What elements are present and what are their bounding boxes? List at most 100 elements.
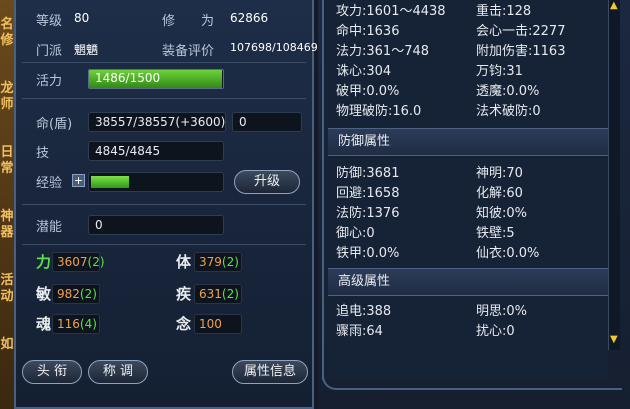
side-tab-8[interactable]: 器 [0,226,14,240]
stat-crit-strike: 会心一击:2277 [476,24,566,39]
attribute-info-button[interactable]: 属性信息 [232,360,308,384]
gear-score-value: 107698/108469 [230,41,318,54]
side-tab-1[interactable]: 名 [0,18,14,32]
strength-label: 力 [36,253,52,271]
agility-field: 982(2) [52,284,100,304]
hp-label: 命(盾) [36,117,73,132]
advanced-section-header: 高级属性 [328,268,608,296]
attribute-scrollbar[interactable]: ▲ ▼ [608,0,620,350]
stat-dodge: 回避:1658 [336,186,400,201]
divider [22,244,306,245]
stat-attack: 攻力:1601～4438 [336,4,446,19]
exp-fill [91,176,129,188]
appellation-button[interactable]: 称 调 [88,360,148,384]
potential-field: 0 [88,215,224,235]
haste-label: 疾 [176,285,192,303]
side-tab-9[interactable]: 活 [0,274,14,288]
side-tab-6[interactable]: 常 [0,162,14,176]
soul-field: 116(4) [52,314,100,334]
stat-defense: 防御:3681 [336,166,400,181]
soul-value: 116 [57,317,80,331]
stat-yuxin: 御心:0 [336,226,375,241]
mind-value: 100 [199,317,222,331]
attribute-list: 攻力:1601～4438 重击:128 命中:1636 会心一击:2277 法力… [322,0,608,380]
stat-hit: 命中:1636 [336,24,400,39]
scroll-down-arrow-icon[interactable]: ▼ [610,334,618,345]
mind-label: 念 [176,315,192,333]
stat-extra-damage: 附加伤害:1163 [476,44,566,59]
stat-iron-armor: 铁甲:0.0% [336,246,400,261]
stat-zhuidian: 追电:388 [336,304,392,319]
stat-magic: 法力:361～748 [336,44,430,59]
hp-field: 38557/38557(+3600) [88,112,226,132]
title-button[interactable]: 头 衔 [22,360,82,384]
exp-plus-button[interactable]: + [72,174,85,187]
stat-magic-break: 法术破防:0 [476,104,541,119]
stat-zhijiao: 知彼:0% [476,206,528,221]
cultivation-value: 62866 [230,11,269,25]
side-tab-11[interactable]: 如 [0,338,14,352]
potential-label: 潜能 [36,220,63,235]
haste-value: 631 [199,287,222,301]
strength-field: 3607(2) [52,252,105,272]
exp-bar [88,172,224,192]
strength-bonus: (2) [87,255,105,269]
stat-raoxin: 扰心:0 [476,324,515,339]
character-panel: 等级 80 修 为 62866 门派 魍魉 装备评价 107698/108469… [14,0,318,409]
scroll-up-arrow-icon[interactable]: ▲ [610,0,618,11]
stat-purge: 诛心:304 [336,64,392,79]
side-tab-3[interactable]: 龙 [0,82,14,96]
side-tab-10[interactable]: 动 [0,290,14,304]
soul-label: 魂 [36,315,52,333]
vitality-label: 活力 [36,74,63,89]
mind-field: 100 [194,314,242,334]
stat-armor-pen: 破甲:0.0% [336,84,400,99]
haste-bonus: (2) [221,287,239,301]
stat-phys-break: 物理破防:16.0 [336,104,422,119]
stat-critical: 重击:128 [476,4,532,19]
stat-xianyi: 仙衣:0.0% [476,246,540,261]
agility-bonus: (2) [79,287,97,301]
stat-wanjun: 万钧:31 [476,64,523,79]
attribute-info-panel: 攻力:1601～4438 重击:128 命中:1636 会心一击:2277 法力… [318,0,630,409]
side-tab-4[interactable]: 师 [0,98,14,112]
stat-mingsi: 明思:0% [476,304,528,319]
constitution-field: 379(2) [194,252,242,272]
character-panel-inner: 等级 80 修 为 62866 门派 魍魉 装备评价 107698/108469… [22,0,318,350]
agility-label: 敏 [36,285,52,303]
level-value: 80 [74,11,90,25]
exp-label: 经验 [36,176,63,191]
gear-score-label: 装备评价 [162,44,215,59]
stat-resolve: 化解:60 [476,186,523,201]
stat-magic-pen: 透魔:0.0% [476,84,540,99]
skill-field: 4845/4845 [88,141,224,161]
sect-label: 门派 [36,44,63,59]
constitution-value: 379 [199,255,222,269]
shield-field: 0 [232,112,302,132]
side-tab-2[interactable]: 修 [0,34,14,48]
skill-label: 技 [36,146,50,161]
side-tab-5[interactable]: 日 [0,146,14,160]
vitality-value: 1486/1500 [95,71,161,85]
constitution-label: 体 [176,253,192,271]
stat-iron-wall: 铁壁:5 [476,226,515,241]
cultivation-label: 修 为 [162,14,215,29]
constitution-bonus: (2) [221,255,239,269]
panel-bottom-frame [322,350,622,390]
agility-value: 982 [57,287,80,301]
stat-shenming: 神明:70 [476,166,523,181]
side-tab-7[interactable]: 神 [0,210,14,224]
vitality-bar: 1486/1500 [88,69,224,89]
divider [22,204,306,205]
stat-magic-defense: 法防:1376 [336,206,400,221]
level-up-button[interactable]: 升级 [234,170,300,194]
defense-section-header: 防御属性 [328,128,608,156]
soul-bonus: (4) [79,317,97,331]
side-tab-strip: 名 修 龙 师 日 常 神 器 活 动 如 [0,0,14,409]
level-label: 等级 [36,14,63,29]
strength-value: 3607 [57,255,88,269]
divider [22,62,306,63]
divider [22,98,306,99]
stat-zhouyu: 骤雨:64 [336,324,383,339]
sect-value: 魍魉 [74,43,99,57]
